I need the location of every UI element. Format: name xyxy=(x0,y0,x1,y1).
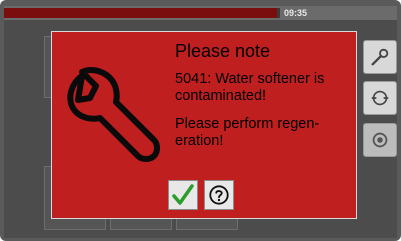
progress-bar-fill xyxy=(4,8,278,18)
service-button[interactable] xyxy=(363,40,397,74)
device-frame: 09:35 Please note 5041: Water softener i… xyxy=(0,0,401,241)
settings-button[interactable] xyxy=(363,123,397,157)
status-bar: 09:35 xyxy=(4,6,397,20)
dialog-message: 5041: Water softener is contaminated! xyxy=(175,71,325,104)
dialog-title: Please note xyxy=(175,41,271,61)
settings-icon xyxy=(372,132,388,148)
clock: 09:35 xyxy=(284,8,308,18)
wrench-icon xyxy=(67,67,160,162)
help-icon xyxy=(209,185,229,205)
wrench-icon xyxy=(371,48,389,66)
checkmark-icon xyxy=(172,184,194,205)
dialog-instruction: Please perform regen-eration! xyxy=(175,116,320,149)
alert-dialog: Please note 5041: Water softener is cont… xyxy=(51,31,357,219)
rinse-button[interactable] xyxy=(363,81,397,115)
help-button[interactable] xyxy=(204,180,234,210)
confirm-button[interactable] xyxy=(168,180,198,210)
progress-bar xyxy=(4,8,280,18)
rinse-cycle-icon xyxy=(371,90,389,106)
